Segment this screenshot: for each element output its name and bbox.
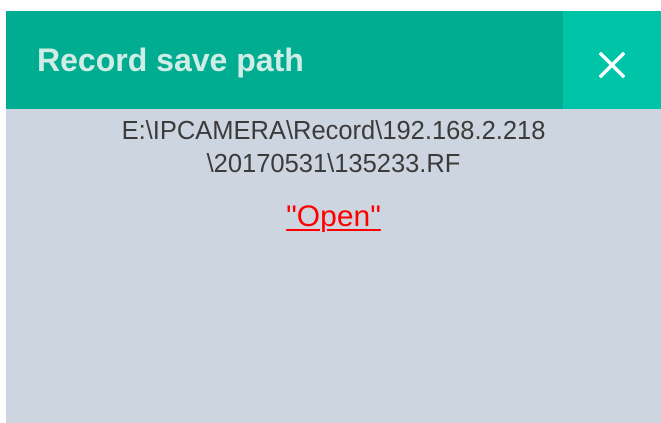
dialog-titlebar: Record save path bbox=[6, 11, 661, 109]
save-path-line-2: \20170531\135233.RF bbox=[206, 150, 461, 178]
close-icon bbox=[599, 52, 625, 78]
dialog-title: Record save path bbox=[37, 42, 304, 78]
save-path-text: E:\IPCAMERA\Record\192.168.2.218 \201705… bbox=[6, 115, 661, 181]
record-save-path-dialog: Record save path E:\IPCAMERA\Record\192.… bbox=[6, 11, 661, 423]
close-button[interactable] bbox=[563, 11, 661, 109]
open-link[interactable]: "Open" bbox=[286, 200, 381, 233]
open-link-container: "Open" bbox=[6, 199, 661, 235]
save-path-line-1: E:\IPCAMERA\Record\192.168.2.218 bbox=[121, 117, 546, 145]
